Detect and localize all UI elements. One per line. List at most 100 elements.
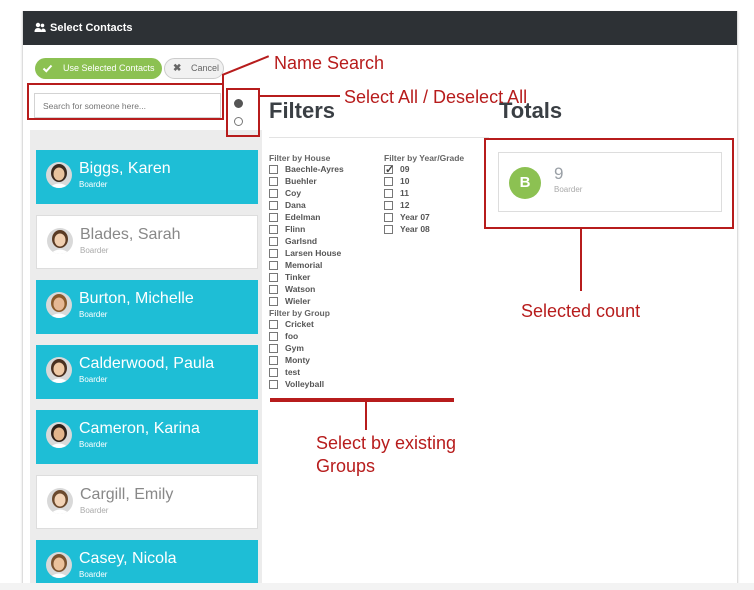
contact-card[interactable]: Casey, Nicola Boarder	[36, 540, 258, 585]
contact-card[interactable]: Calderwood, Paula Boarder	[36, 345, 258, 399]
avatar	[47, 228, 73, 254]
avatar	[46, 357, 72, 383]
filter-checkbox[interactable]	[269, 285, 278, 294]
filter-label: Volleyball	[285, 379, 325, 389]
filter-checkbox[interactable]	[269, 297, 278, 306]
filter-label: Flinn	[285, 224, 306, 234]
selected-count-annotation: Selected count	[521, 301, 641, 321]
filter-label: test	[285, 367, 301, 377]
avatar	[46, 162, 72, 188]
annotation-connector	[365, 402, 367, 430]
filter-checkbox[interactable]	[269, 201, 278, 210]
filter-checkbox[interactable]	[269, 273, 278, 282]
filter-label: Dana	[285, 200, 306, 210]
groups-underline	[270, 398, 454, 402]
use-selected-label: Use Selected Contacts	[63, 63, 155, 73]
contact-name: Calderwood, Paula	[79, 355, 215, 372]
contact-name: Blades, Sarah	[80, 226, 181, 243]
contact-name: Cargill, Emily	[80, 486, 174, 503]
filter-label: Monty	[285, 355, 311, 365]
contact-card[interactable]: Burton, Michelle Boarder	[36, 280, 258, 334]
cancel-button[interactable]: ✖ Cancel	[164, 58, 224, 79]
contact-role: Boarder	[79, 570, 108, 579]
contact-name: Cameron, Karina	[79, 420, 200, 437]
filter-checkbox[interactable]	[269, 356, 278, 365]
filter-label: Year 08	[400, 224, 430, 234]
filter-checkbox[interactable]	[384, 213, 393, 222]
filter-checkbox[interactable]	[269, 249, 278, 258]
select-all-annotation: Select All / Deselect All	[344, 87, 528, 107]
contact-role: Boarder	[80, 506, 109, 515]
contact-card[interactable]: Biggs, Karen Boarder	[36, 150, 258, 204]
filter-checkbox[interactable]	[269, 213, 278, 222]
filter-label: 09	[400, 164, 410, 174]
contact-role: Boarder	[79, 375, 108, 384]
annotation-connector	[260, 95, 340, 97]
filter-label: Baechle-Ayres	[285, 164, 344, 174]
filter-label: Watson	[285, 284, 316, 294]
contact-name: Biggs, Karen	[79, 160, 171, 177]
contact-card[interactable]: Blades, Sarah Boarder	[36, 215, 258, 269]
contact-role: Boarder	[79, 310, 108, 319]
contact-name: Burton, Michelle	[79, 290, 194, 307]
filter-checkbox[interactable]	[269, 344, 278, 353]
avatar	[46, 552, 72, 578]
avatar	[46, 422, 72, 448]
users-icon	[34, 22, 46, 32]
filter-checkbox[interactable]	[269, 225, 278, 234]
annotation-connector	[580, 229, 582, 291]
cancel-label: Cancel	[191, 63, 220, 73]
filter-checkbox[interactable]	[269, 189, 278, 198]
groups-annotation-line2: Groups	[316, 456, 376, 476]
filter-checkbox[interactable]: ✓	[384, 164, 395, 176]
filter-checkbox[interactable]	[269, 332, 278, 341]
filter-label: foo	[285, 331, 299, 341]
contact-role: Boarder	[80, 246, 109, 255]
filter-label: Cricket	[285, 319, 314, 329]
filter-label: Wieler	[285, 296, 311, 306]
contact-card[interactable]: Cargill, Emily Boarder	[36, 475, 258, 529]
filter-checkbox[interactable]	[384, 177, 393, 186]
filter-checkbox[interactable]	[269, 368, 278, 377]
filter-checkbox[interactable]	[269, 261, 278, 270]
contact-card[interactable]: Cameron, Karina Boarder	[36, 410, 258, 464]
close-icon: ✖	[173, 63, 182, 74]
contact-name: Casey, Nicola	[79, 550, 177, 567]
filter-label: 12	[400, 200, 410, 210]
filter-checkbox[interactable]	[384, 201, 393, 210]
filter-label: 11	[400, 188, 409, 198]
name-search-highlight	[27, 83, 224, 120]
filter-label: Gym	[285, 343, 304, 353]
contact-role: Boarder	[79, 180, 108, 189]
avatar	[46, 292, 72, 318]
filter-checkbox[interactable]	[269, 380, 278, 389]
filter-checkbox[interactable]	[269, 165, 278, 174]
filter-label: Edelman	[285, 212, 321, 222]
checkmark-icon: ✓	[385, 164, 395, 176]
filter-checkbox[interactable]	[384, 189, 393, 198]
filter-by-house-title: Filter by House	[269, 153, 331, 163]
filter-label: Larsen House	[285, 248, 342, 258]
divider	[269, 137, 489, 138]
totals-highlight	[484, 138, 734, 229]
contact-role: Boarder	[79, 440, 108, 449]
filter-checkbox[interactable]	[269, 177, 278, 186]
filter-label: Tinker	[285, 272, 311, 282]
filter-checkbox[interactable]	[384, 225, 393, 234]
filter-checkbox[interactable]	[269, 237, 278, 246]
select-all-highlight	[226, 88, 260, 137]
filter-by-year-title: Filter by Year/Grade	[384, 153, 465, 163]
filter-checkbox[interactable]	[269, 320, 278, 329]
contact-list: Biggs, Karen Boarder Blades, Sarah Boarder B…	[30, 130, 262, 585]
dialog-titlebar: Select Contacts	[23, 11, 737, 45]
name-search-annotation: Name Search	[274, 53, 385, 73]
bottom-scroll-strip	[0, 583, 754, 590]
dialog-title: Select Contacts	[50, 22, 133, 34]
filter-label: Year 07	[400, 212, 430, 222]
use-selected-contacts-button[interactable]: Use Selected Contacts	[35, 58, 162, 79]
filter-label: 10	[400, 176, 410, 186]
filters-heading: Filters	[269, 98, 336, 123]
filter-by-group-title: Filter by Group	[269, 308, 330, 318]
check-icon	[42, 64, 53, 73]
filter-label: Memorial	[285, 260, 323, 270]
